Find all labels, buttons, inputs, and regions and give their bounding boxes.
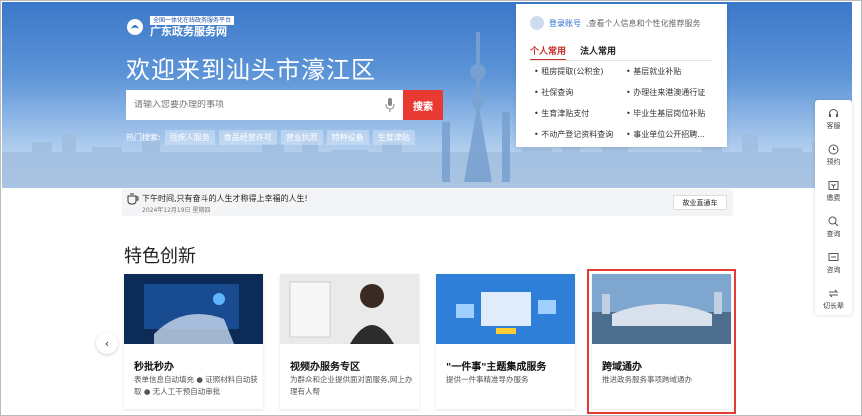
site-logo[interactable]: 全国一体化在线政务服务平台 广东政务服务网 (126, 16, 235, 38)
feature-card[interactable]: "一件事"主题集成服务 提供一件事精准导办服务 (436, 274, 575, 409)
toolbar-consult[interactable]: 咨询 (827, 252, 841, 275)
hot-search-bar: 热门搜索: 残疾人服务 食品经营许可 营业执照 特种设备 生育津贴 (126, 130, 415, 145)
notice-bar: 下午时间,只有奋斗的人生才称得上幸福的人生! 2024年12月19日 星期四 故… (122, 189, 733, 216)
toolbar-query[interactable]: 查询 (827, 216, 841, 239)
logo-tagline: 全国一体化在线政务服务平台 (150, 16, 235, 25)
quick-service-panel: 登录账号 ,查看个人信息和个性化推荐服务 个人常用 法人常用 租房提取(公积金)… (516, 4, 727, 147)
toolbar-customer-service[interactable]: 客服 (827, 108, 841, 131)
toolbar-label: 咨询 (826, 266, 841, 274)
hot-tag[interactable]: 生育津贴 (372, 130, 415, 145)
card-title: 秒批秒办 (134, 362, 174, 373)
feature-card[interactable]: 视频办服务专区 为群众和企业提供面对面服务,网上办理有人帮 (280, 274, 419, 409)
feature-card[interactable]: 秒批秒办 表单信息自动填充 ● 证照材料自动获取 ● 无人工干预自动审批 (124, 274, 263, 409)
tab-personal[interactable]: 个人常用 (530, 44, 567, 61)
divider (530, 60, 713, 61)
chat-icon (828, 253, 839, 261)
service-tabs: 个人常用 法人常用 (530, 44, 616, 61)
service-list: 租房提取(公积金) 基层就业补贴 社保查询 办理往来港澳通行证 生育津贴支付 毕… (534, 66, 718, 140)
toolbar-elder-mode[interactable]: 切长辈 (823, 288, 844, 311)
service-link[interactable]: 租房提取(公积金) (534, 66, 626, 77)
microphone-icon[interactable] (385, 98, 395, 112)
service-link[interactable]: 毕业生基层岗位补贴 (626, 108, 718, 119)
login-hint: ,查看个人信息和个性化推荐服务 (586, 18, 701, 28)
card-desc: 为群众和企业提供面对面服务,网上办理有人帮 (290, 375, 413, 396)
card-title: "一件事"主题集成服务 (446, 362, 547, 373)
card-desc: 推进政务服务事项跨域通办 (602, 375, 692, 384)
service-link[interactable]: 办理往来港澳通行证 (626, 87, 718, 98)
search-button[interactable]: 搜索 (403, 90, 443, 120)
hot-search-label: 热门搜索: (126, 133, 161, 142)
service-link[interactable]: 事业单位公开招聘... (626, 129, 718, 140)
headset-icon (829, 109, 838, 117)
toolbar-label: 客服 (826, 122, 841, 130)
greeting-text: 下午时间,只有奋斗的人生才称得上幸福的人生! (142, 194, 308, 203)
card-title: 视频办服务专区 (290, 362, 360, 373)
welcome-title: 欢迎来到汕头市濠江区 (126, 56, 376, 84)
feature-card-highlighted[interactable]: 跨域通办 推进政务服务事项跨域通办 (587, 269, 736, 414)
toolbar-label: 预约 (826, 158, 841, 166)
hot-tag[interactable]: 营业执照 (280, 130, 323, 145)
carousel-prev-button[interactable]: ‹ (96, 332, 118, 354)
section-title: 特色创新 (124, 246, 196, 267)
card-image-cross-region (592, 274, 731, 344)
search-input[interactable] (134, 100, 374, 110)
logo-name: 广东政务服务网 (150, 25, 227, 38)
hot-tag[interactable]: 食品经营许可 (218, 130, 277, 145)
service-link[interactable]: 社保查询 (534, 87, 626, 98)
tab-corporate[interactable]: 法人常用 (580, 44, 616, 61)
card-image-integrated-service (436, 274, 575, 344)
guangdong-logo-icon (127, 19, 143, 35)
right-toolbar: 客服 预约 缴费 查询 咨询 切长辈 (815, 100, 852, 315)
toolbar-appointment[interactable]: 预约 (827, 144, 841, 167)
search-icon (828, 216, 839, 227)
coffee-cup-icon (127, 193, 139, 205)
service-link[interactable]: 生育津贴支付 (534, 108, 626, 119)
toolbar-label: 切长辈 (823, 302, 844, 310)
card-title: 跨域通办 (602, 362, 642, 373)
service-link[interactable]: 不动产登记资料查询 (534, 129, 626, 140)
toolbar-label: 查询 (826, 230, 841, 238)
feature-cards: 秒批秒办 表单信息自动填充 ● 证照材料自动获取 ● 无人工干预自动审批 视频办… (124, 269, 736, 414)
hot-tag[interactable]: 特种设备 (326, 130, 369, 145)
chevron-left-icon: ‹ (104, 336, 110, 350)
toolbar-payment[interactable]: 缴费 (827, 180, 841, 203)
clock-icon (828, 144, 839, 155)
service-link[interactable]: 基层就业补贴 (626, 66, 718, 77)
card-desc: 提供一件事精准导办服务 (446, 375, 529, 384)
payment-icon (828, 181, 839, 190)
switch-icon (828, 289, 839, 298)
login-row: 登录账号 ,查看个人信息和个性化推荐服务 (530, 16, 701, 30)
toolbar-label: 缴费 (826, 194, 841, 202)
search-box (126, 90, 403, 120)
date-text: 2024年12月19日 星期四 (142, 207, 211, 214)
business-express-button[interactable]: 故业直通车 (673, 195, 727, 210)
card-desc: 表单信息自动填充 ● 证照材料自动获取 ● 无人工干预自动审批 (134, 375, 258, 396)
user-avatar-icon (530, 16, 544, 30)
card-image-touchscreen (124, 274, 263, 344)
card-image-video-service (280, 274, 419, 344)
hot-tag[interactable]: 残疾人服务 (164, 130, 215, 145)
login-link[interactable]: 登录账号 (549, 18, 581, 29)
